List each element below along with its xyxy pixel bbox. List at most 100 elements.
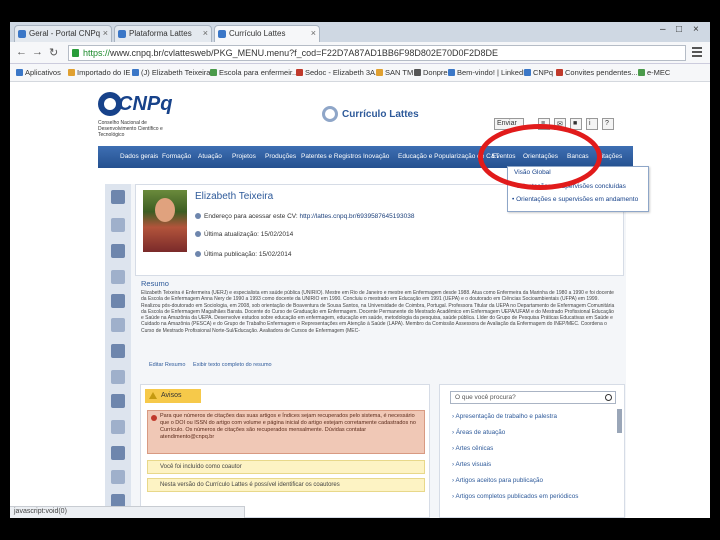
last-update-row: Última atualização: 15/02/2014 (195, 231, 293, 238)
search-link[interactable]: Artes visuais (452, 461, 492, 468)
search-link[interactable]: Artigos completos publicados em periódic… (452, 493, 579, 500)
browser-menu-icon[interactable] (692, 47, 702, 57)
sidebar-atuacao-icon[interactable] (111, 294, 125, 308)
address-bar: ← → ↻ https://www.cnpq.br/cvlattesweb/PK… (10, 42, 710, 64)
bookmarks-bar: Aplicativos Importado do IE (J) Elizabet… (10, 64, 710, 82)
tab-portal-cnpq[interactable]: Geral - Portal CNPq × (14, 25, 112, 42)
cnpq-logo-text: CNPq (118, 93, 173, 115)
bookmark-item[interactable]: Donpre (414, 68, 448, 77)
presentation-frame: Geral - Portal CNPq × Plataforma Lattes … (0, 0, 720, 540)
sidebar-projetos-icon[interactable] (111, 318, 125, 332)
highlight-circle (478, 124, 602, 190)
last-publication-value: 15/02/2014 (258, 251, 292, 258)
browser-window: Geral - Portal CNPq × Plataforma Lattes … (10, 22, 710, 518)
reload-icon[interactable]: ↻ (49, 46, 58, 59)
cv-address-row: Endereço para acessar este CV: http://la… (195, 213, 414, 220)
lattes-favicon-icon (118, 30, 126, 38)
sidebar-inovacao-icon[interactable] (111, 394, 125, 408)
nav-inovacao[interactable]: Inovação (363, 153, 389, 160)
profile-photo (143, 190, 187, 252)
bookmark-item[interactable]: SAN TM (376, 68, 413, 77)
bookmark-item[interactable]: (J) Elizabeth Teixeira (132, 68, 210, 77)
bookmark-item[interactable]: Importado do IE (68, 68, 130, 77)
search-panel: O que você procura? Apresentação de trab… (439, 384, 625, 518)
tab-label: Geral - Portal CNPq (29, 29, 101, 38)
close-tab-icon[interactable]: × (311, 28, 316, 38)
url-input[interactable]: https://www.cnpq.br/cvlattesweb/PKG_MENU… (68, 45, 686, 61)
sidebar-producoes-icon[interactable] (111, 344, 125, 358)
scrollbar-thumb[interactable] (617, 409, 622, 433)
sidebar-endereco-icon[interactable] (111, 244, 125, 258)
help-icon[interactable]: ? (602, 118, 614, 130)
close-tab-icon[interactable]: × (103, 28, 108, 38)
maximize-icon[interactable]: □ (676, 24, 682, 35)
close-tab-icon[interactable]: × (203, 28, 208, 38)
tab-label: Plataforma Lattes (129, 29, 192, 38)
bookmark-item[interactable]: Bem-vindo! | LinkedIn (448, 68, 529, 77)
dropdown-item-andamento[interactable]: • Orientações e supervisões em andamento (512, 196, 638, 203)
cnpq-logo-subtitle: Conselho Nacional de Desenvolvimento Cie… (98, 120, 163, 138)
bookmark-item[interactable]: Sedoc - Elizabeth 3A... (296, 68, 381, 77)
expand-resumo-link[interactable]: Exibir texto completo do resumo (193, 362, 272, 368)
sidebar-home-icon[interactable] (111, 190, 125, 204)
cnpq-favicon-icon (18, 30, 26, 38)
cnpq-logo[interactable]: CNPq Conselho Nacional de Desenvolviment… (98, 90, 178, 140)
warning-icon (149, 392, 157, 399)
last-publication-row: Última publicação: 15/02/2014 (195, 251, 291, 258)
search-link[interactable]: Artes cênicas (452, 445, 494, 452)
search-link[interactable]: Áreas de atuação (452, 429, 505, 436)
bookmark-item[interactable]: Escola para enfermeir... (210, 68, 298, 77)
last-publication-label: Última publicação: (204, 251, 258, 258)
curriculo-lattes-logo[interactable]: Currículo Lattes (322, 106, 419, 126)
avisos-header: Avisos (145, 389, 201, 403)
cv-address-link[interactable]: http://lattes.cnpq.br/6939587645193038 (300, 213, 415, 220)
url-path: www.cnpq.br/cvlattesweb/PKG_MENU.menu?f_… (110, 48, 498, 58)
citation-alert: Para que números de citações das suas ar… (147, 410, 425, 454)
coauthor-info-notice[interactable]: Nesta versão do Currículo Lattes é possí… (147, 478, 425, 492)
sidebar-bancas-icon[interactable] (111, 470, 125, 484)
url-scheme: https:// (83, 48, 111, 58)
cv-content: Elizabeth Teixeira Endereço para acessar… (105, 184, 626, 518)
tab-label: Currículo Lattes (229, 29, 286, 38)
nav-dados-gerais[interactable]: Dados gerais (120, 153, 158, 160)
sidebar-identificacao-icon[interactable] (111, 218, 125, 232)
back-arrow-icon[interactable]: ← (16, 46, 27, 58)
nav-projetos[interactable]: Projetos (232, 153, 256, 160)
bookmark-item[interactable]: Aplicativos (16, 68, 61, 77)
sidebar-eventos-icon[interactable] (111, 420, 125, 434)
search-input[interactable]: O que você procura? (450, 391, 616, 404)
resumo-text: Elizabeth Teixeira é Enfermeira (UERJ) e… (141, 290, 615, 334)
last-update-label: Última atualização: (204, 231, 259, 238)
nav-atuacao[interactable]: Atuação (198, 153, 222, 160)
bookmark-item[interactable]: Convites pendentes... (556, 68, 638, 77)
search-icon[interactable] (605, 394, 612, 401)
sidebar-orientacoes-icon[interactable] (111, 446, 125, 460)
lock-icon (72, 49, 79, 57)
close-window-icon[interactable]: × (693, 24, 699, 35)
lattes-page: CNPq Conselho Nacional de Desenvolviment… (10, 82, 710, 518)
edit-resumo-link[interactable]: Editar Resumo (149, 362, 185, 368)
cv-sidebar (105, 184, 131, 518)
sidebar-formacao-icon[interactable] (111, 270, 125, 284)
coauthor-notice[interactable]: Você foi incluído como coautor (147, 460, 425, 474)
search-link[interactable]: Artigos aceitos para publicação (452, 477, 544, 484)
nav-formacao[interactable]: Formação (162, 153, 191, 160)
tab-strip: Geral - Portal CNPq × Plataforma Lattes … (10, 22, 710, 42)
tab-curriculo-lattes[interactable]: Currículo Lattes × (214, 25, 320, 42)
bookmark-item[interactable]: e-MEC (638, 68, 670, 77)
tab-plataforma-lattes[interactable]: Plataforma Lattes × (114, 25, 212, 42)
minimize-icon[interactable]: – (660, 24, 666, 35)
cv-address-label: Endereço para acessar este CV: (204, 213, 298, 220)
lattes-favicon-icon (218, 30, 226, 38)
forward-arrow-icon[interactable]: → (32, 46, 43, 58)
nav-producoes[interactable]: Produções (265, 153, 296, 160)
resumo-section: Resumo Elizabeth Teixeira é Enfermeira (… (135, 276, 624, 376)
sidebar-patentes-icon[interactable] (111, 370, 125, 384)
bookmark-item[interactable]: CNPq (524, 68, 553, 77)
avisos-panel: Avisos Para que números de citações das … (140, 384, 430, 518)
info-icon[interactable]: i (586, 118, 598, 130)
nav-patentes[interactable]: Patentes e Registros (301, 153, 361, 160)
status-bar: javascript:void(0) (10, 506, 245, 518)
search-link[interactable]: Apresentação de trabalho e palestra (452, 413, 558, 420)
resumo-links: Editar Resumo Exibir texto completo do r… (149, 362, 272, 368)
